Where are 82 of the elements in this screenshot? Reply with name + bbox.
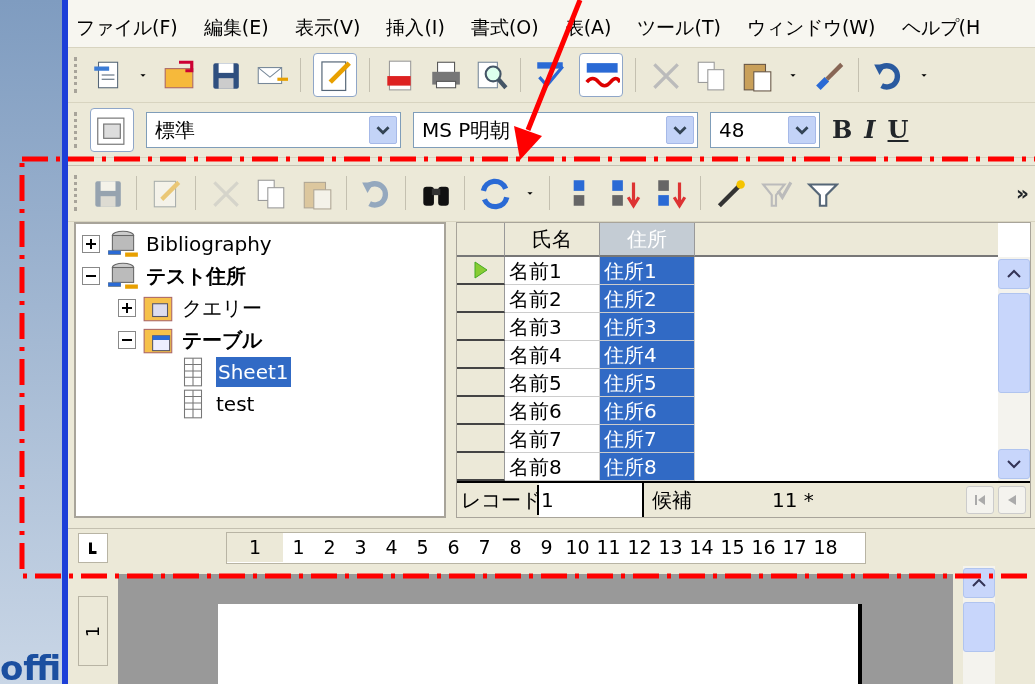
bold-button[interactable]: B xyxy=(832,112,853,149)
row-header[interactable] xyxy=(457,369,505,398)
tree-item[interactable]: Bibliography xyxy=(146,229,272,260)
ruler-number: 14 xyxy=(688,535,715,561)
table-cell: 住所2 xyxy=(600,285,695,314)
left-tab-icon xyxy=(88,541,98,555)
row-header[interactable] xyxy=(457,285,505,314)
ruler-number: 5 xyxy=(415,535,430,561)
ruler-number: 8 xyxy=(508,535,523,561)
table-cell: 住所1 xyxy=(600,257,695,286)
font-name-dropdown[interactable]: MS P明朝 xyxy=(413,112,698,149)
row-header[interactable] xyxy=(457,453,505,482)
table-cell: 住所7 xyxy=(600,425,695,454)
tree-item[interactable]: テスト住所 xyxy=(146,261,246,292)
auto-spellcheck-icon[interactable] xyxy=(579,53,623,98)
logo-text: offi xyxy=(0,647,62,684)
ruler-number: 6 xyxy=(446,535,461,561)
collapse-toggle[interactable] xyxy=(82,267,100,286)
first-icon xyxy=(974,494,986,507)
expand-toggle[interactable] xyxy=(118,299,136,318)
current-row-icon xyxy=(473,261,488,280)
row-header[interactable] xyxy=(457,397,505,426)
edit-mode-icon[interactable] xyxy=(313,53,357,98)
candidates-label: 候補 xyxy=(651,487,692,515)
menu-item[interactable]: 書式(O) xyxy=(470,13,539,42)
scroll-down-button[interactable] xyxy=(998,449,1030,480)
menu-item[interactable]: 表示(V) xyxy=(294,13,361,42)
column-header[interactable]: 氏名 xyxy=(505,223,600,258)
toolbar-overflow-button[interactable]: » xyxy=(1016,178,1029,209)
chevron-up-icon xyxy=(972,578,986,588)
record-count: 11 * xyxy=(772,487,814,515)
tree-item[interactable]: テーブル xyxy=(182,325,262,356)
row-header[interactable] xyxy=(457,341,505,370)
menu-item[interactable]: ツール(T) xyxy=(637,13,721,42)
chevron-up-icon xyxy=(1007,269,1021,280)
tree-item[interactable]: クエリー xyxy=(182,293,262,324)
menu-item[interactable]: 挿入(I) xyxy=(386,13,445,42)
ruler-number: 9 xyxy=(539,535,554,561)
collapse-toggle[interactable] xyxy=(118,331,136,350)
tree-item[interactable]: test xyxy=(216,389,255,420)
row-header[interactable] xyxy=(457,425,505,454)
record-number-field[interactable]: 1 xyxy=(539,483,644,518)
ruler-number: 10 xyxy=(564,535,591,561)
table-cell: 住所6 xyxy=(600,397,695,426)
tab-stop-selector[interactable] xyxy=(78,532,108,563)
navigator-icon[interactable] xyxy=(90,108,134,153)
ruler-number: 16 xyxy=(750,535,777,561)
scrollbar-thumb[interactable] xyxy=(998,293,1030,394)
font-size-dropdown[interactable]: 48 xyxy=(710,112,820,149)
ruler-number: 4 xyxy=(384,535,399,561)
table-cell: 住所3 xyxy=(600,313,695,342)
ruler-number: 7 xyxy=(477,535,492,561)
chevron-down-icon xyxy=(1007,459,1021,470)
ruler-number: 18 xyxy=(812,535,839,561)
paragraph-style-dropdown[interactable]: 標準 xyxy=(146,112,401,149)
corner-header xyxy=(457,223,505,258)
ruler-number: 1 xyxy=(227,533,283,562)
ruler-number: 17 xyxy=(781,535,808,561)
menu-item[interactable]: 編集(E) xyxy=(203,13,269,42)
previous-icon xyxy=(1007,494,1017,507)
scrollbar-thumb[interactable] xyxy=(963,602,995,652)
menu-item[interactable]: ウィンドウ(W) xyxy=(746,13,876,42)
row-header[interactable] xyxy=(457,313,505,342)
ruler-number: 15 xyxy=(719,535,746,561)
menu-item[interactable]: ファイル(F) xyxy=(76,13,178,42)
italic-button[interactable]: I xyxy=(864,112,876,149)
table-cell: 住所8 xyxy=(600,453,695,482)
underline-button[interactable]: U xyxy=(887,112,909,149)
expand-toggle[interactable] xyxy=(82,235,100,254)
ruler-number: 13 xyxy=(657,535,684,561)
ruler-number: 2 xyxy=(322,535,337,561)
ruler-number: 3 xyxy=(353,535,368,561)
table-cell: 住所5 xyxy=(600,369,695,398)
ruler-number: 12 xyxy=(626,535,653,561)
table-cell: 住所4 xyxy=(600,341,695,370)
ruler-number: 11 xyxy=(595,535,622,561)
scroll-up-button[interactable] xyxy=(998,259,1030,290)
tree-item[interactable]: Sheet1 xyxy=(216,357,291,388)
menu-item[interactable]: ヘルプ(H xyxy=(901,13,981,42)
ruler-number: 1 xyxy=(291,535,306,561)
row-header[interactable] xyxy=(457,257,505,286)
ruler-number: 1 xyxy=(81,625,105,637)
